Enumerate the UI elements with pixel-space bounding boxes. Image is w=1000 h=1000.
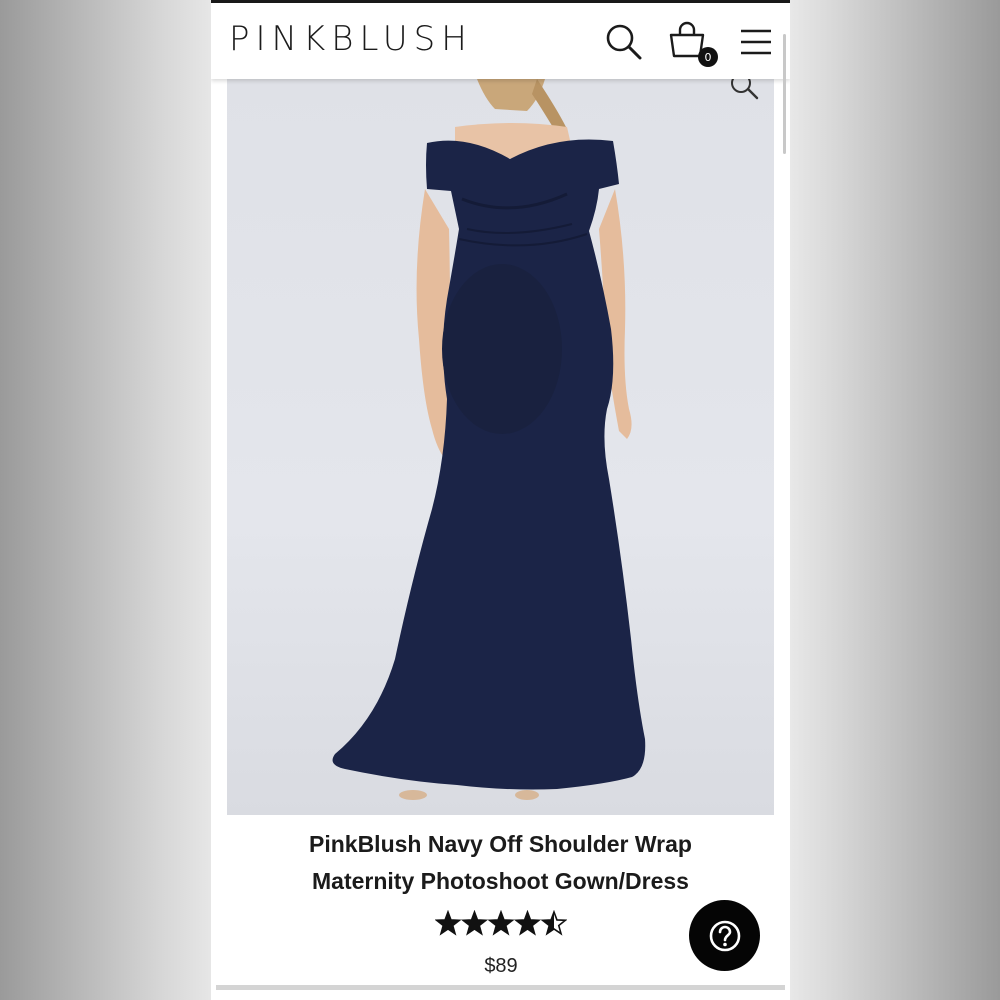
scrollbar[interactable] (783, 34, 786, 154)
zoom-icon[interactable] (727, 79, 763, 101)
question-icon (709, 920, 740, 951)
rating-stars[interactable] (435, 910, 567, 938)
star-icon (516, 912, 539, 934)
search-icon[interactable] (603, 21, 643, 61)
site-header: PINKBLUSH 0 (211, 3, 790, 79)
hamburger-menu-icon[interactable] (736, 21, 776, 61)
star-icon (436, 912, 460, 934)
phone-screen: PINKBLUSH 0 PinkBlush Navy Off Shoulder … (211, 0, 790, 1000)
cart-count-badge: 0 (698, 47, 718, 67)
product-image[interactable] (227, 79, 774, 815)
product-title-line-1: PinkBlush Navy Off Shoulder Wrap (309, 831, 692, 857)
help-button[interactable] (689, 900, 760, 971)
star-icon (463, 912, 486, 934)
site-logo[interactable]: PINKBLUSH (229, 19, 473, 59)
product-price: $89 (484, 955, 518, 977)
product-title[interactable]: PinkBlush Navy Off Shoulder Wrap Materni… (241, 826, 760, 900)
product-title-line-2: Maternity Photoshoot Gown/Dress (312, 868, 689, 894)
dress-illustration (332, 79, 646, 800)
bottom-scroll-indicator (216, 985, 785, 990)
star-icon (489, 912, 513, 934)
